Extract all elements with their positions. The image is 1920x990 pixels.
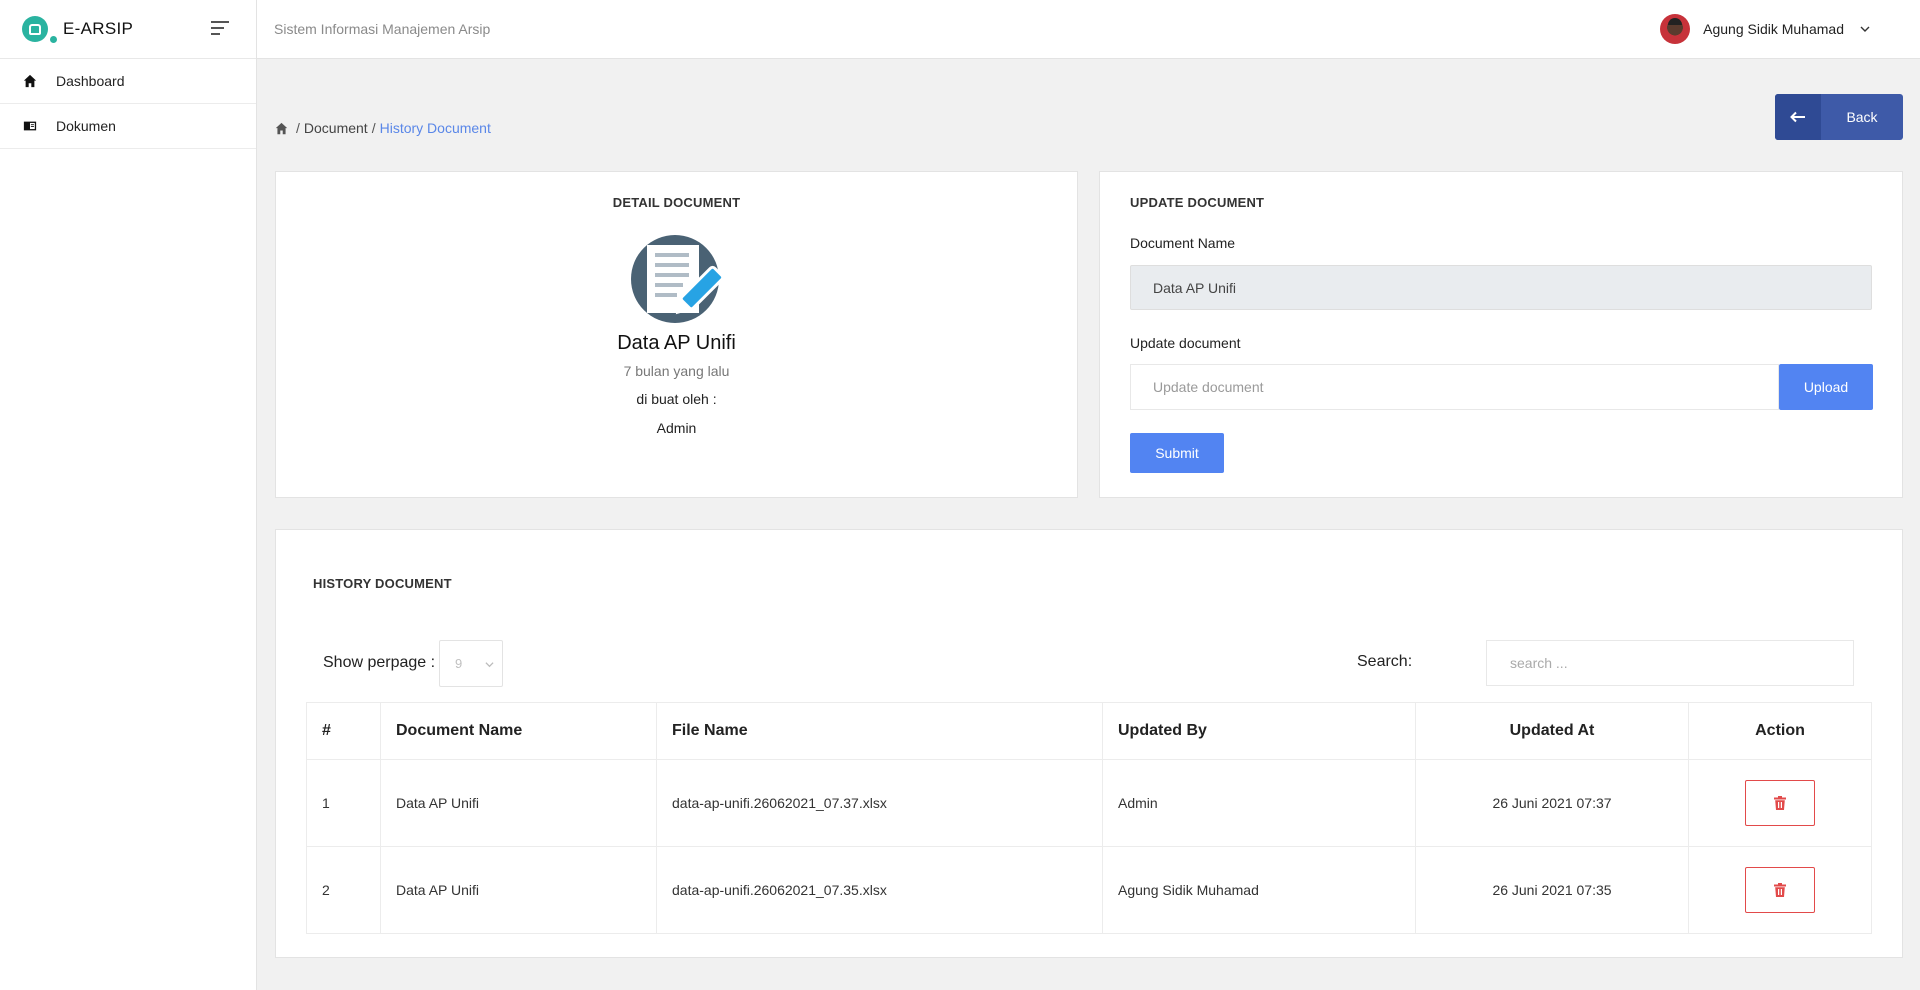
table-header-row: # Document Name File Name Updated By Upd…	[306, 702, 1872, 760]
column-header: Document Name	[380, 702, 657, 760]
document-edit-icon	[631, 235, 725, 323]
cell-updated-at: 26 Juni 2021 07:35	[1415, 846, 1689, 934]
user-name: Agung Sidik Muhamad	[1703, 21, 1844, 37]
column-header: Updated By	[1102, 702, 1416, 760]
card-title: DETAIL DOCUMENT	[612, 195, 741, 210]
chevron-down-icon	[485, 662, 494, 668]
history-table: # Document Name File Name Updated By Upd…	[306, 702, 1872, 934]
perpage-value: 9	[455, 656, 463, 671]
cell-document-name: Data AP Unifi	[380, 759, 657, 847]
cell-file-name: data-ap-unifi.26062021_07.37.xlsx	[656, 759, 1103, 847]
column-header: Action	[1688, 702, 1872, 760]
document-name-field[interactable]: Data AP Unifi	[1130, 265, 1872, 310]
back-button-label: Back	[1846, 109, 1878, 125]
trash-icon	[1774, 883, 1786, 897]
brand-name: E-ARSIP	[63, 19, 134, 38]
delete-button[interactable]	[1745, 780, 1815, 826]
brand[interactable]: E-ARSIP	[0, 0, 256, 59]
update-document-card: UPDATE DOCUMENT Document Name Data AP Un…	[1099, 171, 1903, 498]
cell-updated-at: 26 Juni 2021 07:37	[1415, 759, 1689, 847]
chevron-down-icon	[1860, 26, 1870, 32]
app-title: Sistem Informasi Manajemen Arsip	[274, 21, 491, 37]
search-input[interactable]: search ...	[1486, 640, 1854, 686]
cell-document-name: Data AP Unifi	[380, 846, 657, 934]
cell-updated-by: Admin	[1102, 759, 1416, 847]
column-header: #	[306, 702, 381, 760]
menu-toggle-icon[interactable]	[211, 21, 231, 37]
card-title: HISTORY DOCUMENT	[313, 576, 452, 591]
perpage-label: Show perpage :	[323, 654, 436, 671]
brand-logo-icon	[22, 16, 48, 42]
cell-no: 1	[306, 759, 381, 847]
document-name: Data AP Unifi	[617, 332, 736, 354]
brand-dot	[50, 36, 57, 43]
sidebar-item-label: Dashboard	[56, 73, 125, 89]
created-by-label: di buat oleh :	[636, 391, 717, 407]
document-name-label: Document Name	[1130, 235, 1236, 251]
update-document-label: Update document	[1130, 335, 1241, 351]
cell-updated-by: Agung Sidik Muhamad	[1102, 846, 1416, 934]
card-title: UPDATE DOCUMENT	[1130, 195, 1265, 210]
sidebar-item-dokumen[interactable]: Dokumen	[0, 104, 256, 149]
document-time: 7 bulan yang lalu	[623, 363, 730, 379]
breadcrumb-separator: /	[371, 120, 376, 136]
sidebar-item-label: Dokumen	[56, 118, 116, 134]
sidebar: E-ARSIP Dashboard Dokumen	[0, 0, 257, 990]
breadcrumb-item-document[interactable]: Document	[304, 120, 368, 136]
breadcrumb: / Document / History Document	[275, 120, 491, 136]
search-label: Search:	[1357, 653, 1413, 670]
arrow-left-icon	[1775, 94, 1821, 140]
cell-action	[1688, 846, 1872, 934]
column-header: File Name	[656, 702, 1103, 760]
created-by-value: Admin	[656, 420, 697, 436]
breadcrumb-separator: /	[296, 120, 300, 136]
cell-file-name: data-ap-unifi.26062021_07.35.xlsx	[656, 846, 1103, 934]
submit-button[interactable]: Submit	[1130, 433, 1224, 473]
table-row: 2 Data AP Unifi data-ap-unifi.26062021_0…	[306, 846, 1872, 934]
breadcrumb-item-history[interactable]: History Document	[380, 120, 491, 136]
home-icon	[22, 73, 38, 89]
top-header: Sistem Informasi Manajemen Arsip Agung S…	[257, 0, 1920, 59]
history-document-card: HISTORY DOCUMENT Show perpage : 9 Search…	[275, 529, 1903, 958]
table-row: 1 Data AP Unifi data-ap-unifi.26062021_0…	[306, 759, 1872, 847]
avatar	[1660, 14, 1691, 44]
trash-icon	[1774, 796, 1786, 810]
update-document-input[interactable]: Update document	[1130, 364, 1779, 410]
delete-button[interactable]	[1745, 867, 1815, 913]
upload-button[interactable]: Upload	[1779, 364, 1873, 410]
cell-action	[1688, 759, 1872, 847]
user-menu[interactable]: Agung Sidik Muhamad	[1660, 14, 1870, 44]
sidebar-item-dashboard[interactable]: Dashboard	[0, 59, 256, 104]
cell-no: 2	[306, 846, 381, 934]
book-icon	[22, 118, 38, 134]
home-icon[interactable]	[275, 122, 288, 135]
column-header: Updated At	[1415, 702, 1689, 760]
back-button[interactable]: Back	[1775, 94, 1903, 140]
detail-document-card: DETAIL DOCUMENT Data AP Unifi 7 bulan ya…	[275, 171, 1078, 498]
perpage-select[interactable]: 9	[439, 640, 503, 687]
